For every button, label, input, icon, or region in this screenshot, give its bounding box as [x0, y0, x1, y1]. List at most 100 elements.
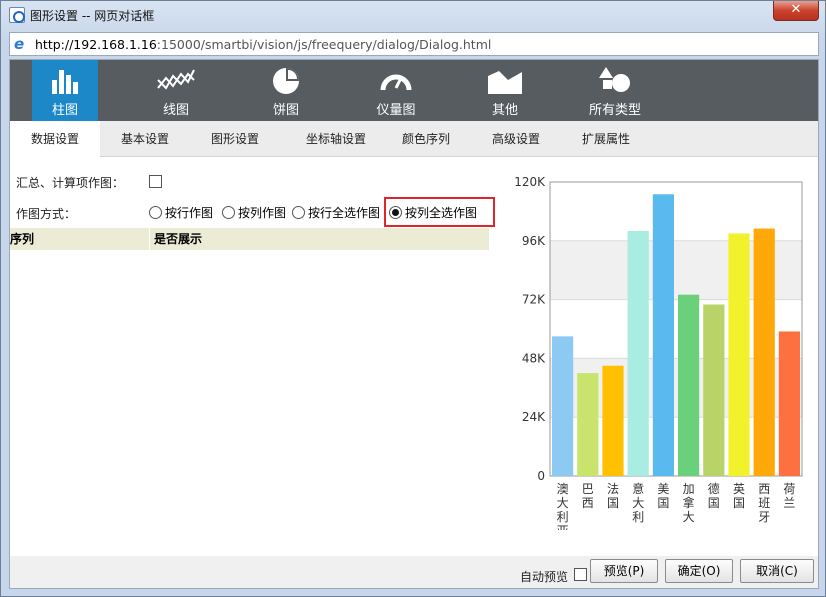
x-tick-label-char: 大 — [557, 496, 569, 510]
bar — [627, 231, 649, 476]
x-tick-label-char: 西 — [758, 482, 770, 496]
all-types-icon — [599, 67, 630, 92]
auto-preview-checkbox[interactable] — [574, 568, 587, 581]
radio-button[interactable] — [292, 206, 305, 219]
y-tick-label: 72K — [522, 293, 546, 307]
chart-type-label: 柱图 — [51, 103, 78, 118]
x-tick-label-char: 大 — [683, 510, 695, 524]
y-tick-label: 120K — [514, 175, 546, 189]
cancel-button[interactable]: 取消(C) — [740, 559, 814, 583]
chart-type-line-chart[interactable]: 线图 — [142, 60, 210, 121]
bar — [577, 373, 599, 476]
dialog-content: 柱图 线图 饼图 仪量图 其他 所有类型 数据设置 基本设置 图形设置 坐标轴设… — [9, 59, 819, 589]
x-tick-label-char: 意 — [632, 481, 644, 496]
column-divider — [149, 228, 150, 250]
bar — [552, 336, 574, 476]
tab-graphic-settings[interactable]: 图形设置 — [190, 121, 280, 157]
chart-type-label: 所有类型 — [588, 103, 641, 118]
chart-type-label: 线图 — [162, 103, 189, 118]
area-chart-icon — [488, 71, 522, 94]
bar — [728, 233, 750, 476]
radio-button[interactable] — [149, 206, 162, 219]
summary-calc-checkbox[interactable] — [149, 175, 162, 188]
address-bar: e http://192.168.1.16:15000/smartbi/visi… — [9, 32, 819, 56]
x-tick-label-char: 国 — [657, 496, 669, 510]
dialog-window: 图形设置 -- 网页对话框 ✕ e http://192.168.1.16:15… — [0, 0, 826, 597]
settings-tab-bar: 数据设置 基本设置 图形设置 坐标轴设置 颜色序列 高级设置 扩展属性 — [10, 121, 818, 158]
line-chart-icon — [157, 69, 195, 90]
chart-type-pie-chart[interactable]: 饼图 — [252, 60, 320, 121]
x-tick-label-char: 巴 — [582, 482, 594, 496]
x-tick-label-char: 西 — [582, 496, 594, 510]
address-path: :15000/smartbi/vision/js/freequery/dialo… — [156, 37, 492, 52]
chart-type-label: 饼图 — [272, 103, 299, 118]
series-grid-header: 序列 是否展示 — [10, 228, 489, 250]
x-tick-label-char: 牙 — [758, 510, 770, 524]
tab-advanced-settings[interactable]: 高级设置 — [471, 121, 561, 157]
bar — [678, 294, 700, 476]
pie-chart-icon — [273, 68, 299, 94]
bar-chart-icon — [52, 70, 78, 94]
y-tick-label: 0 — [537, 469, 545, 483]
radio-button[interactable] — [222, 206, 235, 219]
plot-mode-label: 作图方式： — [16, 207, 77, 221]
chart-type-other[interactable]: 其他 — [472, 60, 538, 121]
chart-type-bar-chart[interactable]: 柱图 — [32, 60, 98, 121]
x-tick-label-char: 美 — [657, 482, 669, 496]
column-header-show: 是否展示 — [154, 232, 203, 246]
radio-by-row-all[interactable]: 按行全选作图 — [292, 203, 380, 223]
highlight-box — [384, 197, 495, 227]
x-tick-label-char: 澳 — [557, 482, 569, 496]
address-host: http://192.168.1.16 — [35, 37, 157, 52]
tab-axis-settings[interactable]: 坐标轴设置 — [286, 121, 386, 157]
bar — [602, 365, 624, 476]
chart-type-gauge[interactable]: 仪量图 — [362, 60, 430, 121]
ie-logo-icon: e — [14, 35, 25, 53]
ok-button[interactable]: 确定(O) — [665, 559, 733, 583]
chart-type-bar: 柱图 线图 饼图 仪量图 其他 所有类型 — [10, 60, 818, 121]
x-tick-label-char: 亚 — [557, 524, 569, 530]
address-url: http://192.168.1.16:15000/smartbi/vision… — [35, 37, 491, 52]
tab-basic-settings[interactable]: 基本设置 — [100, 121, 190, 157]
bar — [703, 304, 725, 476]
close-button[interactable]: ✕ — [773, 1, 819, 21]
x-tick-label-char: 班 — [758, 496, 770, 510]
y-tick-label: 24K — [522, 410, 546, 424]
dialog-footer: 自动预览 预览(P) 确定(O) 取消(C) — [10, 556, 818, 588]
radio-by-row[interactable]: 按行作图 — [149, 203, 213, 223]
chart-type-label: 其他 — [491, 103, 518, 118]
x-tick-label-char: 荷 — [783, 482, 795, 496]
chart-type-all-types[interactable]: 所有类型 — [580, 60, 650, 121]
preview-button[interactable]: 预览(P) — [590, 559, 658, 583]
x-tick-label-char: 国 — [708, 496, 720, 510]
x-tick-label-char: 加 — [683, 482, 695, 496]
x-tick-label-char: 法 — [607, 482, 619, 496]
title-bar: 图形设置 -- 网页对话框 ✕ — [1, 1, 825, 29]
x-tick-label-char: 大 — [632, 496, 644, 510]
bar — [652, 194, 674, 476]
window-title: 图形设置 -- 网页对话框 — [30, 9, 155, 23]
column-header-series: 序列 — [10, 232, 35, 246]
tab-data-settings[interactable]: 数据设置 — [10, 121, 100, 158]
x-tick-label-char: 兰 — [783, 496, 795, 510]
tab-extended-properties[interactable]: 扩展属性 — [561, 121, 651, 157]
radio-by-column[interactable]: 按列作图 — [222, 203, 286, 223]
y-tick-label: 96K — [522, 234, 546, 248]
x-tick-label-char: 英 — [733, 482, 745, 496]
chart-type-label: 仪量图 — [376, 103, 416, 118]
gauge-icon — [380, 74, 412, 91]
bar — [753, 228, 775, 476]
summary-calc-label: 汇总、计算项作图： — [16, 176, 125, 190]
radio-label: 按行全选作图 — [308, 206, 381, 220]
ie-page-icon — [9, 7, 25, 23]
bar — [778, 331, 800, 476]
y-tick-label: 48K — [522, 351, 546, 365]
tab-color-series[interactable]: 颜色序列 — [381, 121, 471, 157]
x-tick-label-char: 德 — [708, 481, 720, 496]
x-tick-label-char: 利 — [557, 510, 569, 524]
x-tick-label-char: 国 — [607, 496, 619, 510]
x-tick-label-char: 利 — [632, 510, 644, 524]
auto-preview-label: 自动预览 — [520, 570, 569, 584]
radio-label: 按列作图 — [238, 206, 287, 220]
x-tick-label-char: 国 — [733, 496, 745, 510]
